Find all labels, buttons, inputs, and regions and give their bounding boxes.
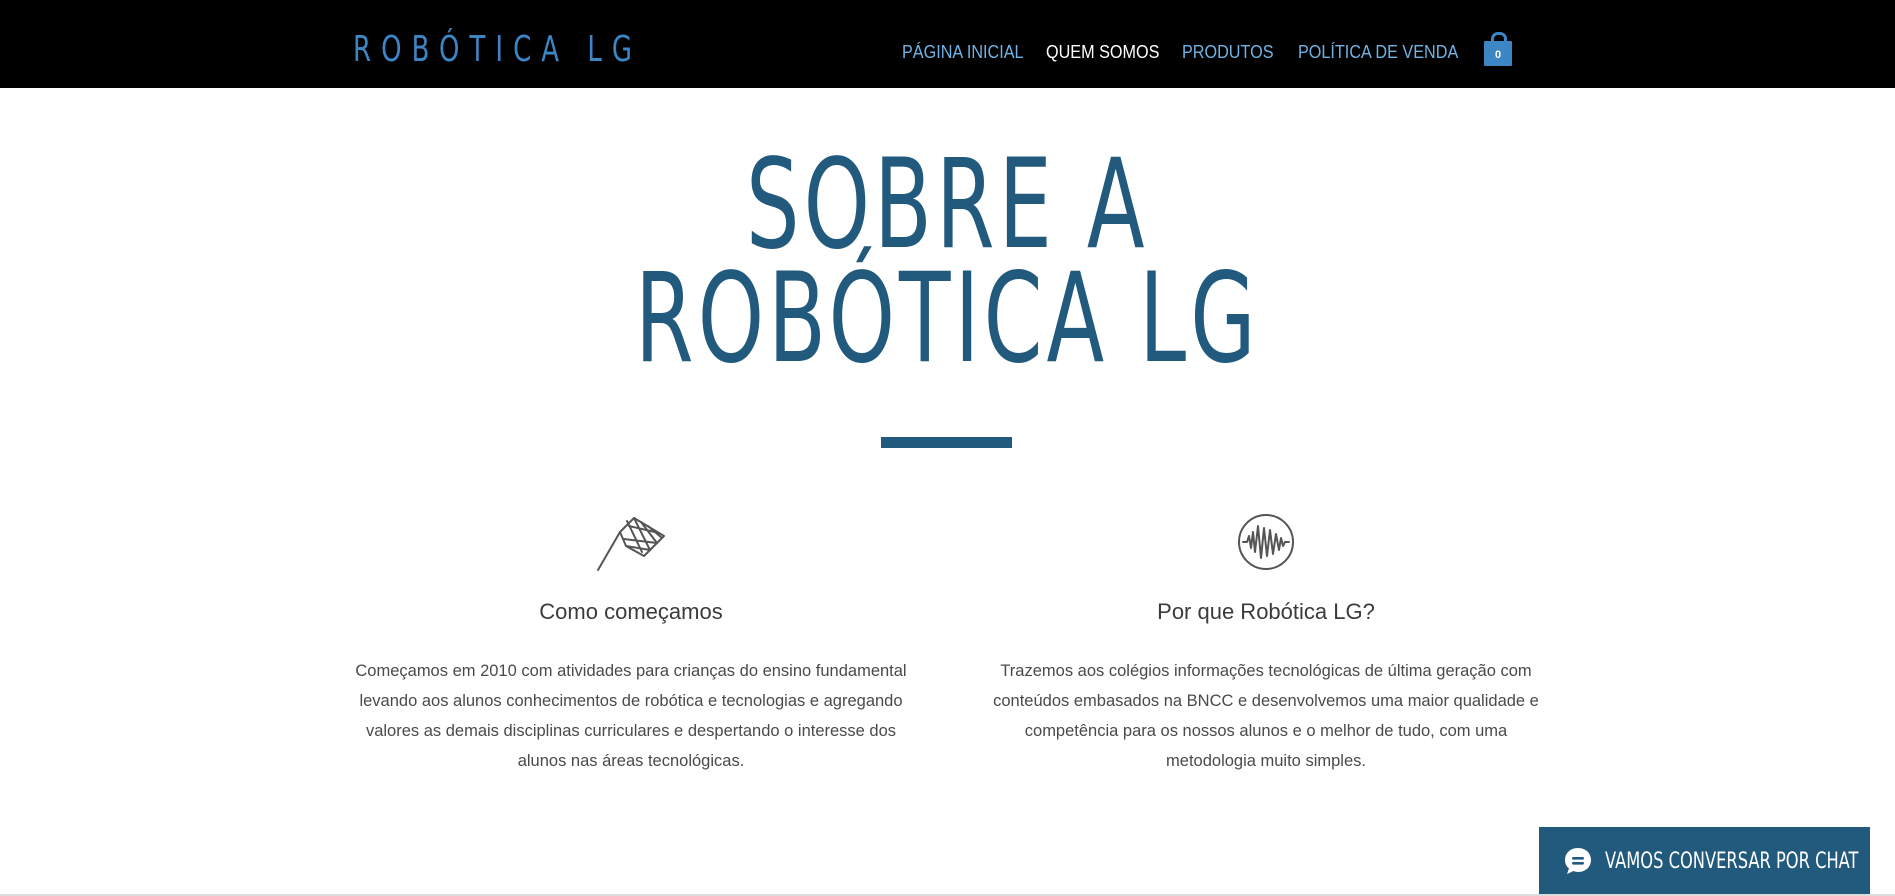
sound-wave-icon xyxy=(1238,514,1294,570)
page-title: SOBRE A ROBÓTICA LG xyxy=(303,133,1592,391)
nav-link-produtos[interactable]: PRODUTOS xyxy=(1182,42,1274,63)
feature-text: Começamos em 2010 com atividades para cr… xyxy=(355,662,907,770)
page-title-line-1: SOBRE A xyxy=(746,133,1149,277)
feature-title: Como começamos xyxy=(539,599,723,624)
chat-bubble-icon xyxy=(1565,848,1591,874)
site-logo[interactable]: ROBÓTICA LG xyxy=(353,28,642,72)
nav-link-politica-de-venda[interactable]: POLÍTICA DE VENDA xyxy=(1298,42,1458,63)
feature-title: Por que Robótica LG? xyxy=(1157,599,1375,624)
chat-button[interactable]: VAMOS CONVERSAR POR CHAT xyxy=(1539,827,1870,896)
nav-link-quem-somos[interactable]: QUEM SOMOS xyxy=(1046,42,1159,63)
feature-como-comecamos: Como começamos Começamos em 2010 com ati… xyxy=(346,512,916,776)
cart-count: 0 xyxy=(1494,49,1502,61)
nav-link-pagina-inicial[interactable]: PÁGINA INICIAL xyxy=(902,42,1024,63)
title-divider xyxy=(881,437,1012,448)
cart-button[interactable]: 0 xyxy=(1484,32,1512,66)
chat-button-label: VAMOS CONVERSAR POR CHAT xyxy=(1605,849,1859,874)
site-header: ROBÓTICA LG PÁGINA INICIAL QUEM SOMOS PR… xyxy=(0,0,1895,88)
feature-por-que-robotica-lg: Por que Robótica LG? Trazemos aos colégi… xyxy=(981,512,1551,776)
page-title-line-2: ROBÓTICA LG xyxy=(635,247,1260,391)
feature-text: Trazemos aos colégios informações tecnol… xyxy=(993,662,1539,770)
checkered-flag-icon xyxy=(597,517,665,571)
